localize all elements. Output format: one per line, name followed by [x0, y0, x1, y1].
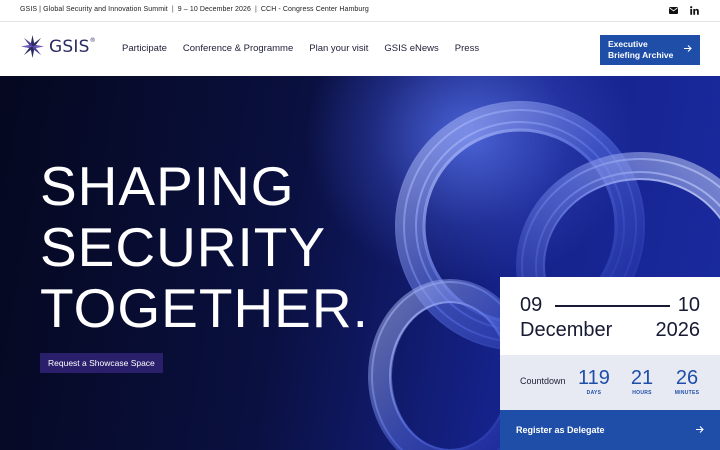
linkedin-icon[interactable]	[688, 4, 700, 16]
top-info-bar: GSIS | Global Security and Innovation Su…	[0, 0, 720, 22]
nav-plan-your-visit[interactable]: Plan your visit	[309, 43, 368, 54]
countdown-minutes-value: 26	[675, 367, 699, 389]
request-showcase-space-button[interactable]: Request a Showcase Space	[40, 353, 163, 373]
mail-icon[interactable]	[667, 4, 679, 16]
start-day: 09	[520, 294, 543, 316]
event-month: December	[520, 319, 613, 341]
event-info: GSIS | Global Security and Innovation Su…	[20, 6, 369, 13]
event-name: GSIS | Global Security and Innovation Su…	[20, 6, 168, 13]
gsis-logo[interactable]: GSIS®	[20, 34, 96, 59]
event-year: 2026	[655, 319, 701, 341]
event-dates: 9 – 10 December 2026	[177, 6, 251, 13]
headline-line-3: TOGETHER.	[40, 277, 369, 339]
main-nav: Participate Conference & Programme Plan …	[122, 43, 479, 54]
nav-participate[interactable]: Participate	[122, 43, 167, 54]
event-venue: CCH - Congress Center Hamburg	[260, 6, 369, 13]
nav-conference-programme[interactable]: Conference & Programme	[183, 43, 293, 54]
date-range: 09 10 December 2026	[500, 277, 720, 355]
countdown-minutes-unit: MINUTES	[674, 390, 700, 396]
nav-press[interactable]: Press	[455, 43, 479, 54]
executive-briefing-archive-button[interactable]: Executive Briefing Archive	[600, 35, 700, 65]
main-header: GSIS® Participate Conference & Programme…	[0, 22, 720, 76]
arrow-right-icon	[696, 426, 704, 433]
countdown-hours-unit: HOURS	[632, 390, 652, 396]
nav-gsis-enews[interactable]: GSIS eNews	[384, 43, 438, 54]
countdown-minutes: 26 MINUTES	[667, 368, 707, 396]
logo-star-icon	[20, 34, 45, 59]
event-date-card: 09 10 December 2026 Countdown 119 DAYS 2…	[500, 277, 720, 450]
headline-line-2: SECURITY	[40, 216, 327, 278]
hero-headline: SHAPING SECURITY TOGETHER.	[40, 156, 369, 339]
headline-line-1: SHAPING	[40, 155, 295, 217]
executive-briefing-label: Executive Briefing Archive	[608, 39, 674, 60]
countdown-hours: 21 HOURS	[622, 368, 662, 396]
countdown-label: Countdown	[520, 376, 566, 386]
end-day: 10	[677, 294, 700, 316]
countdown-days-value: 119	[578, 367, 610, 389]
register-label: Register as Delegate	[516, 425, 605, 435]
arrow-right-icon	[684, 45, 692, 52]
countdown-days-unit: DAYS	[586, 390, 602, 396]
logo-text: GSIS®	[49, 36, 96, 57]
register-as-delegate-button[interactable]: Register as Delegate	[500, 410, 720, 450]
countdown-days: 119 DAYS	[574, 368, 614, 396]
countdown-panel: Countdown 119 DAYS 21 HOURS 26 MINUTES	[500, 355, 720, 410]
date-divider	[555, 305, 670, 307]
countdown-hours-value: 21	[630, 367, 654, 389]
